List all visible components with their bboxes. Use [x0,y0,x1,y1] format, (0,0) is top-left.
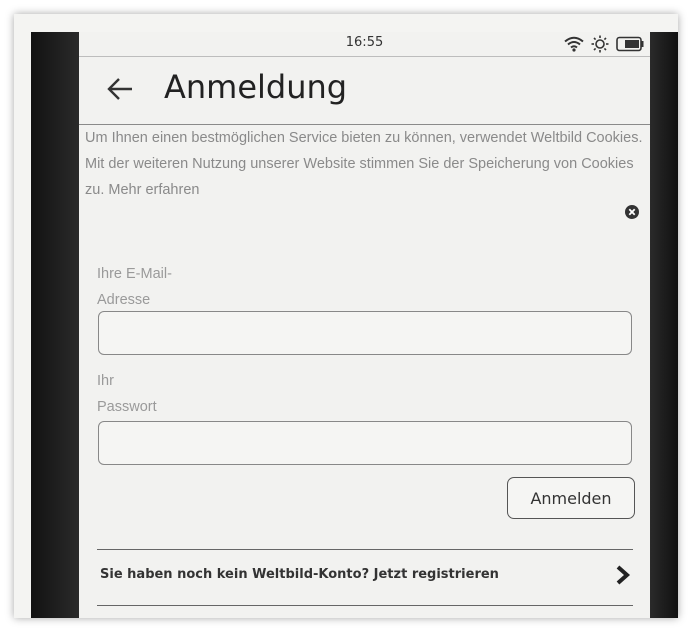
more-info-link[interactable]: Mehr erfahren [108,182,199,198]
brightness-icon[interactable] [590,35,610,53]
cookie-notice: Um Ihnen einen bestmöglichen Service bie… [85,125,645,203]
email-input[interactable] [98,311,632,355]
password-label-line2: Passwort [97,399,157,415]
wifi-icon[interactable] [564,36,584,52]
device-bezel-right [650,32,678,618]
email-label-line1: Ihre E-Mail- [97,266,172,282]
register-link-text[interactable]: Sie haben noch kein Weltbild-Konto? Jetz… [100,567,499,582]
close-icon[interactable] [625,204,639,219]
email-label: Ihre E-Mail- Adresse [97,261,237,313]
password-input[interactable] [98,421,632,465]
password-label-line1: Ihr [97,373,114,389]
page-title: Anmeldung [164,68,348,106]
back-arrow-icon[interactable] [105,74,135,104]
chevron-right-icon[interactable] [615,565,631,585]
battery-icon[interactable] [616,36,644,52]
ereader-screen: 16:55 Anmeldung Um Ihnen einen bestmögli… [79,32,650,618]
status-bar: 16:55 [79,32,650,57]
status-icons [564,35,644,53]
divider-bottom [97,605,633,606]
email-label-line2: Adresse [97,292,151,308]
register-link-row[interactable]: Sie haben noch kein Weltbild-Konto? Jetz… [97,550,633,604]
password-label: Ihr Passwort [97,368,237,420]
device-bezel-left [31,32,79,618]
login-button[interactable]: Anmelden [507,477,635,519]
